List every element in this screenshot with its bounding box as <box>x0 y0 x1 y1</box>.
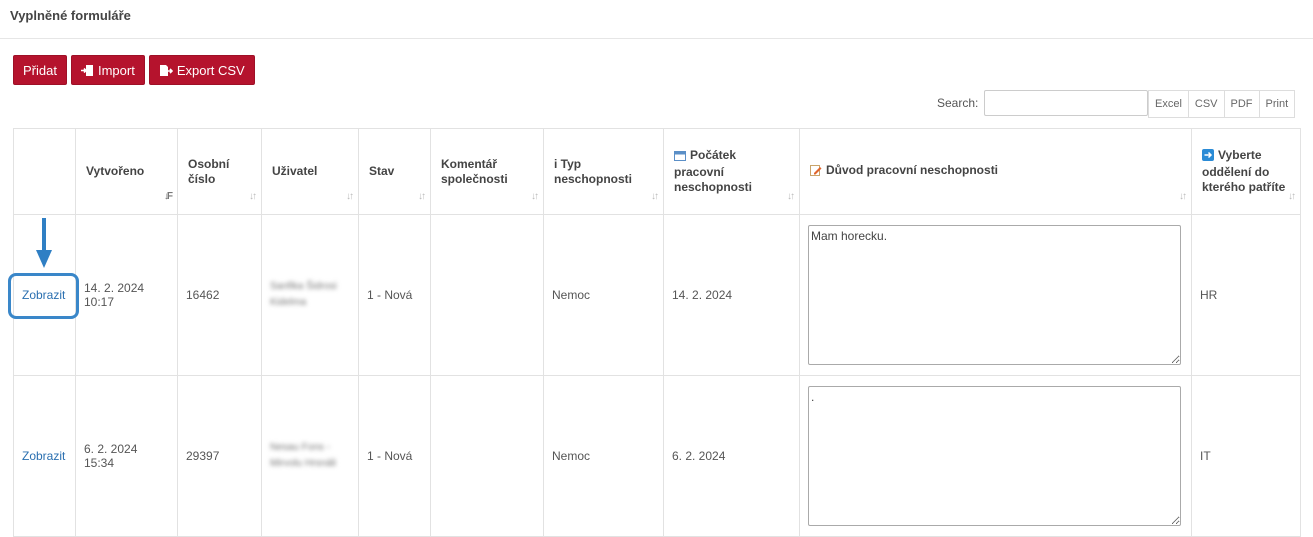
column-header-company-comment[interactable]: Komentář společnosti ↓↑ <box>430 128 544 215</box>
cell-status: 1 - Nová <box>358 375 431 537</box>
column-header-personal-number-label: Osobní číslo <box>188 156 230 186</box>
cell-user-blurred: Sanfika Šidrosi Kidelma <box>270 281 337 308</box>
column-header-created-label: Vytvořeno <box>86 164 145 178</box>
column-header-personal-number[interactable]: Osobní číslo ↓↑ <box>177 128 262 215</box>
column-header-type[interactable]: i Typ neschopnosti ↓↑ <box>543 128 664 215</box>
csv-export-button[interactable]: CSV <box>1187 90 1225 118</box>
sort-icon: ↓↑ <box>651 191 659 202</box>
column-header-user-label: Uživatel <box>272 164 318 178</box>
cell-start: 6. 2. 2024 <box>663 375 800 537</box>
column-header-start[interactable]: Počátek pracovní neschopnosti ↓↑ <box>663 128 800 215</box>
add-button[interactable]: Přidat <box>13 55 67 85</box>
edit-note-icon <box>810 164 822 180</box>
column-header-status[interactable]: Stav ↓↑ <box>358 128 431 215</box>
table-row: Zobrazit 14. 2. 2024 10:17 16462 Sanfika… <box>13 214 1301 376</box>
export-icon <box>159 64 173 77</box>
column-header-reason-label: Důvod pracovní neschopnosti <box>826 163 999 177</box>
cell-company-comment <box>430 375 544 537</box>
column-header-department[interactable]: Vyberte oddělení do kterého patříte ↓↑ <box>1191 128 1301 215</box>
cell-type: Nemoc <box>543 375 664 537</box>
column-header-company-comment-label: Komentář společnosti <box>441 156 508 186</box>
search-input[interactable] <box>984 90 1149 116</box>
arrow-right-icon <box>1202 149 1214 165</box>
print-button[interactable]: Print <box>1258 90 1296 118</box>
table-row: Zobrazit 6. 2. 2024 15:34 29397 Nesau Fo… <box>13 375 1301 537</box>
divider <box>0 38 1313 39</box>
cell-department: HR <box>1191 214 1301 376</box>
cell-created: 14. 2. 2024 10:17 <box>75 214 178 376</box>
sort-icon: ↓↑ <box>1179 191 1187 202</box>
column-header-user[interactable]: Uživatel ↓↑ <box>261 128 359 215</box>
cell-department: IT <box>1191 375 1301 537</box>
cell-personal-number: 16462 <box>177 214 262 376</box>
export-csv-button-label: Export CSV <box>176 62 245 78</box>
view-link[interactable]: Zobrazit <box>22 288 65 302</box>
reason-textarea[interactable]: Mam horecku. <box>808 225 1181 365</box>
sort-icon: ↓↑ <box>346 191 354 202</box>
import-button[interactable]: Import <box>70 55 145 85</box>
column-header-type-label: i Typ neschopnosti <box>554 156 633 186</box>
cell-user-blurred: Nesau Fons - Mirvolu Hrsnáli <box>270 442 337 469</box>
pdf-export-button[interactable]: PDF <box>1223 90 1260 118</box>
sort-icon: ↓↑ <box>418 191 426 202</box>
import-button-label: Import <box>97 62 135 78</box>
export-csv-button[interactable]: Export CSV <box>148 55 255 85</box>
cell-type: Nemoc <box>543 214 664 376</box>
search-label: Search: <box>937 96 979 110</box>
add-button-label: Přidat <box>23 62 57 78</box>
cell-company-comment <box>430 214 544 376</box>
cell-status: 1 - Nová <box>358 214 431 376</box>
column-header-reason[interactable]: Důvod pracovní neschopnosti ↓↑ <box>799 128 1192 215</box>
sort-icon: ↓↑ <box>249 191 257 202</box>
excel-export-button[interactable]: Excel <box>1148 90 1189 118</box>
sort-icon: ↓F <box>163 191 173 202</box>
column-header-actions <box>13 128 76 215</box>
cell-personal-number: 29397 <box>177 375 262 537</box>
column-header-department-label: Vyberte oddělení do kterého patříte <box>1202 148 1286 194</box>
view-link[interactable]: Zobrazit <box>22 449 65 463</box>
search-area: Search: <box>937 90 1149 116</box>
cell-start: 14. 2. 2024 <box>663 214 800 376</box>
cell-created: 6. 2. 2024 15:34 <box>75 375 178 537</box>
column-header-created[interactable]: Vytvořeno ↓F <box>75 128 178 215</box>
calendar-icon <box>674 150 686 165</box>
forms-table: Vytvořeno ↓F Osobní číslo ↓↑ Uživatel ↓↑… <box>13 128 1301 537</box>
sort-icon: ↓↑ <box>531 191 539 202</box>
reason-textarea[interactable]: . <box>808 386 1181 526</box>
column-header-status-label: Stav <box>369 164 395 178</box>
export-group: Excel CSV PDF Print <box>1148 90 1296 118</box>
sort-icon: ↓↑ <box>787 191 795 202</box>
import-icon <box>80 64 94 77</box>
page-title: Vyplněné formuláře <box>10 8 131 23</box>
sort-icon: ↓↑ <box>1288 191 1296 202</box>
toolbar: Přidat Import Export CSV <box>13 55 255 85</box>
table-header-row: Vytvořeno ↓F Osobní číslo ↓↑ Uživatel ↓↑… <box>13 128 1301 215</box>
